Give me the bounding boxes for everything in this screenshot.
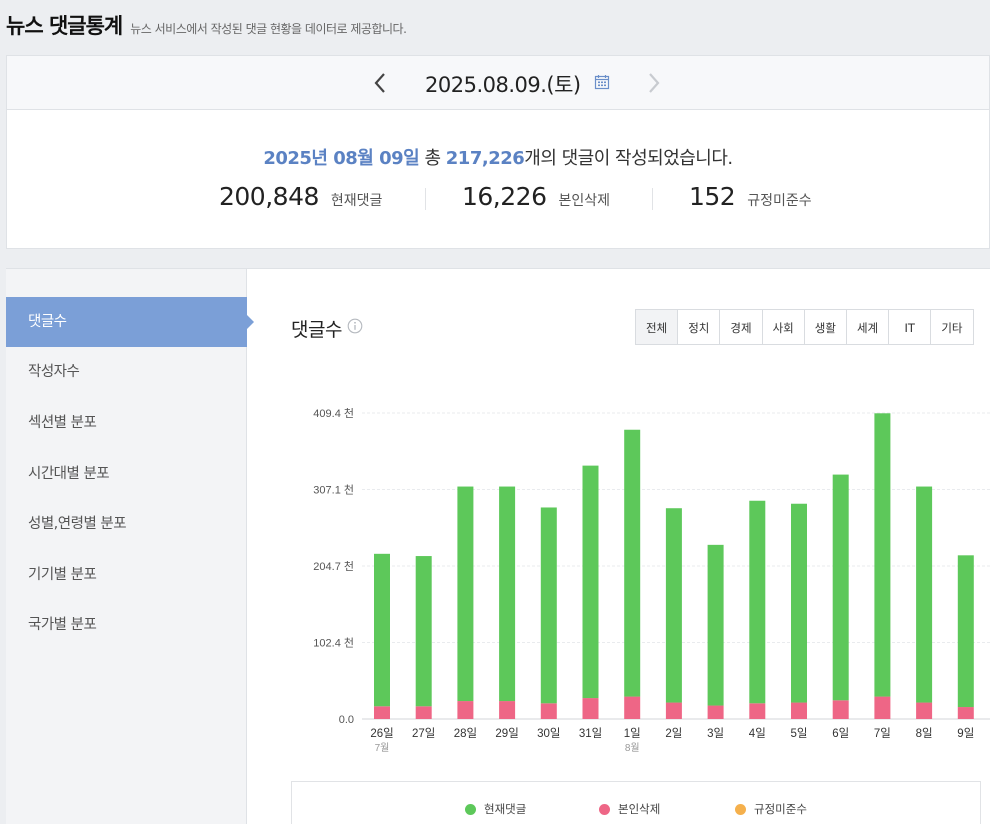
summary-suffix: 개의 댓글이 작성되었습니다. (524, 148, 733, 169)
bar-deleted (832, 700, 849, 719)
x-tick-label: 6일 (832, 726, 849, 740)
page-description: 뉴스 서비스에서 작성된 댓글 현황을 데이터로 제공합니다. (130, 22, 407, 36)
y-tick-label: 307.1 천 (313, 483, 354, 497)
x-tick-label: 26일 (370, 726, 393, 740)
sidebar-item-gender-age[interactable]: 성별,연령별 분포 (6, 499, 247, 549)
stat-violation: 152 규정미준수 (689, 182, 812, 211)
x-tick-sublabel: 7월 (375, 742, 390, 754)
bar-deleted (457, 701, 474, 719)
bar-deleted (665, 702, 682, 719)
legend-dot (465, 803, 476, 815)
bar-current (499, 486, 516, 702)
main-panel: 댓글수 전체 정치 경제 사회 생활 세계 IT 기타 0.0 102.4 천 20… (248, 269, 990, 824)
x-tick-label: 4일 (749, 726, 766, 740)
sidebar-item-authors[interactable]: 작성자수 (6, 347, 247, 397)
x-tick-sublabel: 8월 (625, 742, 640, 754)
sidebar-item-device[interactable]: 기기별 분포 (6, 550, 247, 600)
bar-current (415, 556, 432, 707)
x-tick-label: 5일 (791, 726, 808, 740)
bar-current (874, 413, 891, 697)
stat-current: 200,848 현재댓글 (219, 182, 382, 211)
chevron-right-icon[interactable] (639, 68, 667, 98)
x-tick-label: 28일 (454, 726, 477, 740)
bar-current (582, 465, 599, 699)
y-tick-label: 204.7 천 (313, 559, 354, 573)
summary-panel: 2025년 08월 09일 총 217,226개의 댓글이 작성되었습니다. 2… (6, 109, 990, 249)
x-tick-label: 29일 (495, 726, 518, 740)
chevron-left-icon[interactable] (367, 68, 395, 98)
legend-label: 규정미준수 (754, 802, 807, 816)
y-tick-label: 409.4 천 (313, 406, 354, 420)
bar-current (957, 555, 974, 708)
bar-deleted (791, 702, 807, 719)
bar-deleted (374, 706, 390, 719)
stat-label: 현재댓글 (330, 193, 383, 209)
current-date: 2025.08.09.(토) (425, 73, 581, 97)
content-area: 댓글수 작성자수 섹션별 분포 시간대별 분포 성별,연령별 분포 기기별 분포… (6, 268, 990, 824)
sidebar-item-country[interactable]: 국가별 분포 (6, 600, 247, 650)
bar-current (624, 429, 641, 697)
bar-current (707, 544, 724, 706)
bar-deleted (415, 706, 432, 719)
stats-row: 200,848 현재댓글 16,226 본인삭제 152 규정미준수 (7, 182, 989, 214)
stat-label: 규정미준수 (747, 193, 812, 209)
x-tick-label: 3일 (707, 726, 724, 740)
legend-item-violation[interactable]: 규정미준수 (735, 801, 807, 817)
y-tick-label: 0.0 (339, 714, 354, 726)
sidebar-item-comments[interactable]: 댓글수 (6, 297, 254, 347)
legend-label: 본인삭제 (618, 802, 661, 816)
stat-divider (652, 188, 653, 210)
x-tick-label: 8일 (916, 726, 933, 740)
legend-dot (599, 803, 610, 815)
bar-current (791, 503, 807, 703)
bar-deleted (624, 696, 641, 719)
stat-deleted: 16,226 본인삭제 (462, 182, 610, 211)
chart-legend: 현재댓글 본인삭제 규정미준수 (291, 781, 981, 824)
x-tick-label: 9일 (957, 726, 974, 740)
comment-count-chart: 0.0 102.4 천 204.7 천 307.1 천 409.4 천 26일 7월 27일 2… (313, 406, 990, 754)
bar-current (374, 553, 390, 707)
stat-value: 16,226 (462, 182, 547, 211)
summary-date: 2025년 08월 09일 (263, 148, 420, 169)
bar-deleted (499, 701, 516, 719)
bar-deleted (582, 698, 599, 719)
summary-sentence: 2025년 08월 09일 총 217,226개의 댓글이 작성되었습니다. (7, 144, 989, 170)
bar-deleted (707, 705, 724, 719)
bar-deleted (874, 696, 891, 719)
sidebar: 댓글수 작성자수 섹션별 분포 시간대별 분포 성별,연령별 분포 기기별 분포… (6, 269, 254, 824)
summary-total: 217,226 (445, 148, 525, 169)
bar-deleted (916, 702, 933, 719)
calendar-icon[interactable] (594, 74, 610, 90)
bar-current (916, 486, 933, 703)
stat-label: 본인삭제 (558, 193, 611, 209)
bar-current (665, 508, 682, 703)
bar-deleted (957, 707, 974, 719)
legend-dot (735, 803, 746, 815)
legend-item-current[interactable]: 현재댓글 (465, 801, 526, 817)
x-tick-label: 30일 (537, 726, 560, 740)
stat-divider (425, 188, 426, 210)
legend-item-deleted[interactable]: 본인삭제 (599, 801, 660, 817)
y-tick-label: 102.4 천 (313, 636, 354, 650)
x-tick-label: 1일 (624, 726, 641, 740)
page-title: 뉴스 댓글통계 (6, 14, 123, 38)
date-navigation-bar: 2025.08.09.(토) (6, 55, 990, 109)
bar-current (540, 507, 557, 704)
x-tick-label: 2일 (665, 726, 682, 740)
x-tick-label: 7일 (874, 726, 891, 740)
bar-deleted (540, 703, 557, 719)
x-tick-label: 31일 (579, 726, 602, 740)
bar-current (457, 486, 474, 702)
x-tick-label: 27일 (412, 726, 435, 740)
page-header: 뉴스 댓글통계 뉴스 서비스에서 작성된 댓글 현황을 데이터로 제공합니다. (6, 10, 407, 44)
stat-value: 152 (689, 182, 736, 211)
bar-deleted (749, 703, 766, 719)
bar-current (749, 500, 766, 704)
legend-label: 현재댓글 (484, 802, 527, 816)
sidebar-item-time[interactable]: 시간대별 분포 (6, 449, 247, 499)
bar-current (832, 474, 849, 701)
stat-value: 200,848 (219, 182, 319, 211)
summary-prefix: 총 (424, 148, 441, 169)
sidebar-item-section[interactable]: 섹션별 분포 (6, 398, 247, 448)
